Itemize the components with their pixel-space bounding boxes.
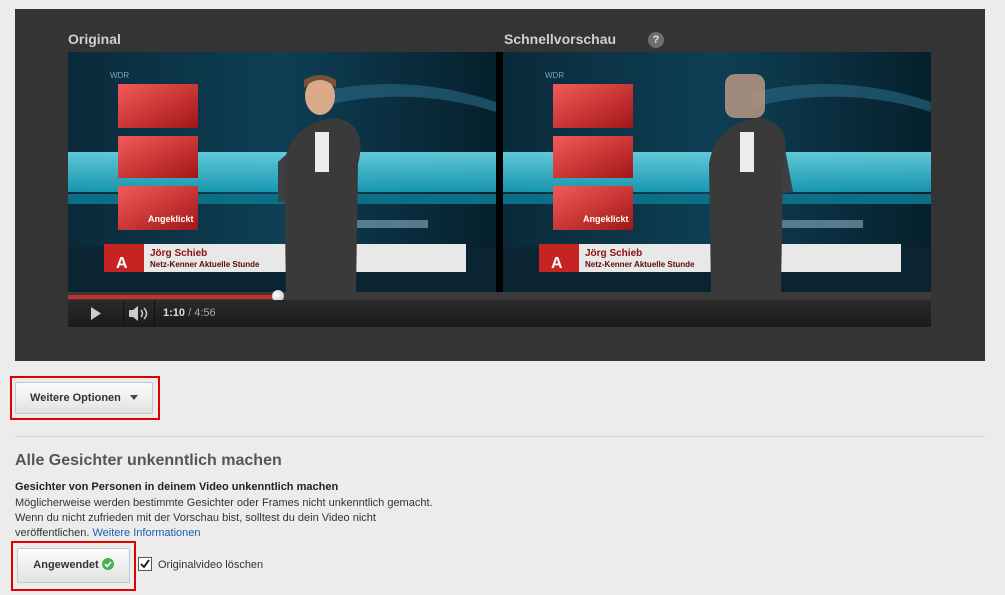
lower-third-letter: A	[116, 255, 128, 272]
blur-faces-description: Möglicherweise werden bestimmte Gesichte…	[15, 496, 515, 541]
volume-button[interactable]	[124, 300, 155, 327]
applied-button[interactable]: Angewendet	[17, 548, 130, 583]
progress-bar[interactable]	[68, 290, 931, 302]
presenter-name: Jörg Schieb	[150, 248, 207, 259]
description-line-1: Möglicherweise werden bestimmte Gesichte…	[15, 497, 433, 509]
checkbox-check-icon	[140, 559, 150, 569]
applied-check-icon	[101, 558, 114, 570]
help-icon[interactable]: ?	[648, 32, 664, 48]
applied-label: Angewendet	[33, 559, 99, 571]
presenter-subtitle: Netz-Kenner Aktuelle Stunde	[150, 260, 260, 269]
delete-original-label: Originalvideo löschen	[158, 559, 264, 571]
quick-preview-video-image: WDR Angeklickt A Jörg Schieb Netz-Kenner…	[503, 52, 931, 292]
presenter-subtitle-preview: Netz-Kenner Aktuelle Stunde	[585, 260, 695, 269]
side-label: Angeklickt	[148, 214, 194, 224]
original-label: Original	[68, 31, 121, 47]
more-options-button[interactable]: Weitere Optionen	[15, 382, 153, 414]
description-line-3: veröffentlichen.	[15, 527, 90, 539]
quick-preview-label: Schnellvorschau	[504, 31, 617, 47]
description-line-2: Wenn du nicht zufrieden mit der Vorschau…	[15, 512, 376, 524]
dropdown-arrow-icon	[129, 395, 138, 400]
progress-fill	[68, 295, 278, 299]
volume-icon	[129, 306, 148, 321]
current-time: 1:10	[163, 307, 186, 319]
play-button[interactable]	[68, 300, 124, 327]
more-info-link[interactable]: Weitere Informationen	[92, 527, 200, 539]
delete-original-checkbox[interactable]	[138, 557, 152, 571]
more-options-label: Weitere Optionen	[30, 392, 121, 404]
section-divider	[15, 436, 985, 437]
time-display: 1:10 / 4:56	[163, 307, 216, 319]
player-controls: 1:10 / 4:56	[68, 300, 931, 327]
duration: / 4:56	[188, 307, 216, 319]
quick-preview-video-frame: WDR Angeklickt A Jörg Schieb Netz-Kenner…	[503, 52, 931, 292]
video-player[interactable]: WDR Angeklickt A Jörg Schieb Netz-Kenner…	[68, 52, 931, 327]
presenter-name-preview: Jörg Schieb	[585, 248, 642, 259]
side-label-preview: Angeklickt	[583, 214, 629, 224]
channel-logo: WDR	[110, 71, 129, 80]
play-icon	[91, 307, 101, 320]
lower-third-letter-preview: A	[551, 255, 563, 272]
blur-faces-heading: Alle Gesichter unkenntlich machen	[15, 452, 282, 469]
blur-faces-subheading: Gesichter von Personen in deinem Video u…	[15, 481, 339, 493]
original-video-image: WDR Angeklickt A Jörg Schieb Netz-Kenner…	[68, 52, 496, 292]
original-video-frame: WDR Angeklickt A Jörg Schieb Netz-Kenner…	[68, 52, 496, 292]
channel-logo-preview: WDR	[545, 71, 564, 80]
